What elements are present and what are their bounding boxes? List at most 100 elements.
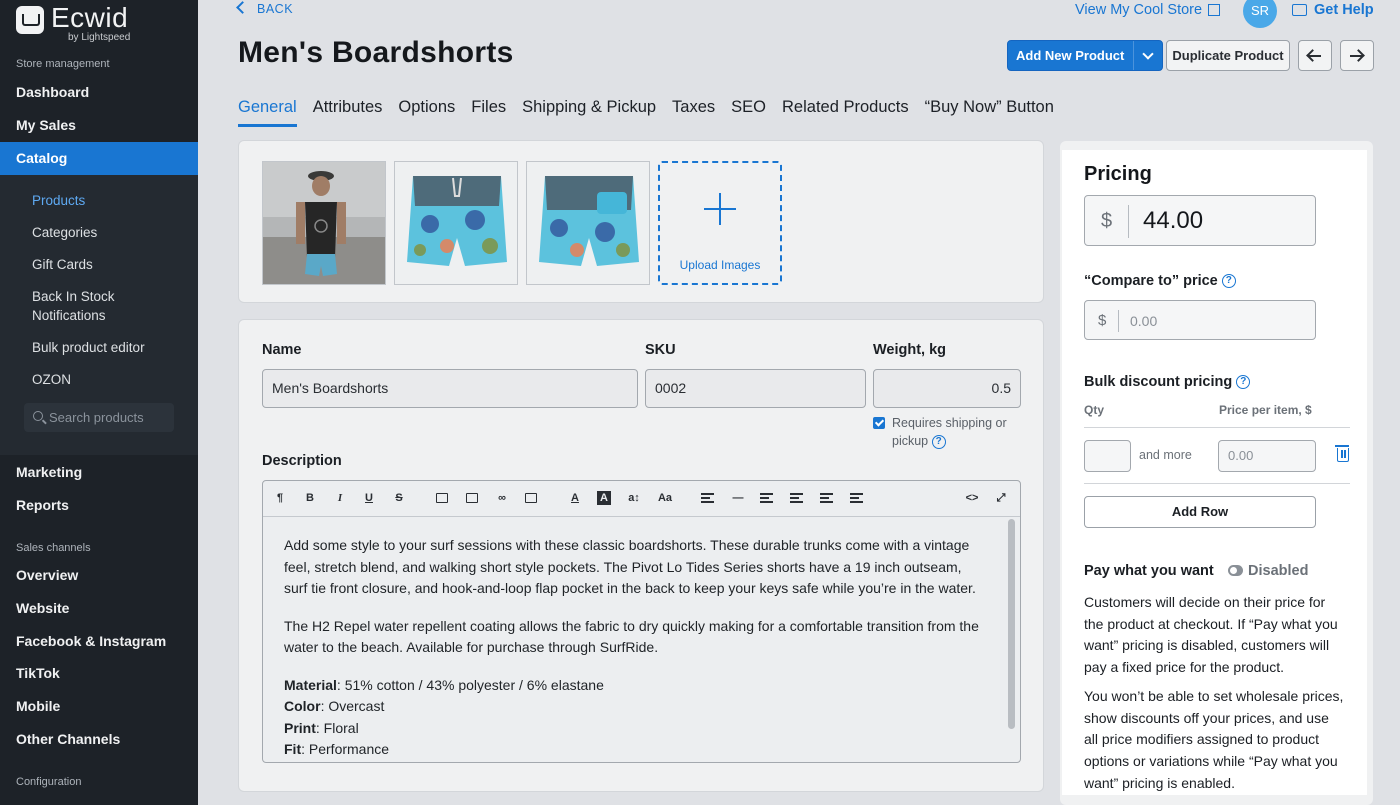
description-editor[interactable]: ¶ B I U S ∞ A A a↕ Aa — <> ⤢ Add some st…: [262, 480, 1021, 763]
sidebar-subitem-gift-cards[interactable]: Gift Cards: [32, 255, 93, 274]
pwyw-description-2: You won’t be able to set wholesale price…: [1084, 688, 1344, 791]
add-row-button[interactable]: Add Row: [1084, 496, 1316, 528]
back-link[interactable]: BACK: [236, 1, 294, 16]
fullscreen-icon[interactable]: ⤢: [994, 491, 1008, 505]
requires-shipping-checkbox[interactable]: [873, 417, 885, 429]
image-icon[interactable]: [436, 493, 448, 503]
tab-buy-now-button[interactable]: “Buy Now” Button: [925, 98, 1054, 127]
view-store-link[interactable]: View My Cool Store: [1075, 2, 1221, 18]
pay-what-you-want-toggle[interactable]: [1228, 565, 1243, 576]
compare-price-input[interactable]: $ 0.00: [1084, 300, 1316, 340]
arrow-left-icon: [1308, 55, 1321, 57]
font-size-icon[interactable]: a↕: [625, 491, 643, 505]
chevron-down-icon[interactable]: [1133, 41, 1162, 70]
tab-shipping-pickup[interactable]: Shipping & Pickup: [522, 98, 656, 127]
bold-icon[interactable]: B: [303, 491, 317, 505]
help-icon[interactable]: ?: [1236, 375, 1251, 390]
strikethrough-icon[interactable]: S: [392, 491, 406, 505]
background-color-icon[interactable]: A: [597, 491, 611, 505]
section-configuration: Configuration: [16, 776, 82, 788]
editor-scrollbar[interactable]: [1008, 519, 1015, 729]
bulk-price-input[interactable]: 0.00: [1218, 440, 1316, 472]
ecwid-logo[interactable]: Ecwid by Lightspeed: [16, 4, 130, 43]
sidebar-item-overview[interactable]: Overview: [0, 559, 198, 592]
sidebar-subitem-products[interactable]: Products: [32, 191, 85, 210]
price-input[interactable]: $ 44.00: [1084, 195, 1316, 246]
requires-shipping-label: Requires shipping or pickup ?: [892, 416, 1007, 449]
sku-label: SKU: [645, 342, 676, 358]
avatar[interactable]: SR: [1243, 0, 1277, 28]
back-label: BACK: [257, 2, 294, 16]
text-color-icon[interactable]: A: [568, 491, 582, 505]
weight-input[interactable]: 0.5: [873, 369, 1021, 408]
get-help-link[interactable]: Get Help: [1292, 2, 1374, 18]
pricing-title: Pricing: [1084, 163, 1152, 185]
sidebar-item-other-channels[interactable]: Other Channels: [0, 723, 198, 756]
sidebar-item-website[interactable]: Website: [0, 592, 198, 625]
boardshorts-back-photo: [527, 162, 649, 284]
underline-icon[interactable]: U: [362, 491, 376, 505]
help-icon[interactable]: ?: [1221, 274, 1236, 289]
horizontal-rule-icon[interactable]: —: [730, 491, 746, 505]
product-image-3[interactable]: [526, 161, 650, 285]
indent-icon[interactable]: [850, 493, 863, 503]
sku-input[interactable]: 0002: [645, 369, 866, 408]
table-icon[interactable]: [525, 493, 537, 503]
next-product-button[interactable]: [1340, 40, 1374, 71]
currency-symbol: $: [1101, 210, 1113, 232]
section-sales-channels: Sales channels: [16, 542, 91, 554]
tab-attributes[interactable]: Attributes: [313, 98, 383, 127]
sidebar: Ecwid by Lightspeed Store management Das…: [0, 0, 198, 805]
section-store-management: Store management: [16, 58, 110, 70]
search-products-input[interactable]: Search products: [24, 403, 174, 432]
font-family-icon[interactable]: Aa: [657, 491, 673, 505]
tab-seo[interactable]: SEO: [731, 98, 766, 127]
spec-material: Material: 51% cotton / 43% polyester / 6…: [284, 676, 604, 693]
currency-symbol: $: [1098, 312, 1107, 329]
add-new-product-label: Add New Product: [1016, 48, 1125, 63]
sidebar-item-catalog[interactable]: Catalog: [0, 142, 198, 175]
bulleted-list-icon[interactable]: [760, 493, 773, 503]
upload-images-button[interactable]: Upload Images: [658, 161, 782, 285]
sidebar-item-reports[interactable]: Reports: [0, 489, 198, 522]
sidebar-subitem-ozon[interactable]: OZON: [32, 370, 71, 389]
sidebar-subitem-bulk-editor[interactable]: Bulk product editor: [32, 338, 145, 357]
name-input[interactable]: Men's Boardshorts: [262, 369, 638, 408]
previous-product-button[interactable]: [1298, 40, 1332, 71]
sidebar-item-marketing[interactable]: Marketing: [0, 456, 198, 489]
description-label: Description: [262, 453, 342, 469]
video-icon[interactable]: [466, 493, 478, 503]
code-view-icon[interactable]: <>: [964, 491, 980, 505]
tab-taxes[interactable]: Taxes: [672, 98, 715, 127]
description-text[interactable]: Add some style to your surf sessions wit…: [284, 535, 984, 761]
sidebar-item-tiktok[interactable]: TikTok: [0, 657, 198, 690]
add-new-product-button[interactable]: Add New Product: [1007, 40, 1164, 71]
name-label: Name: [262, 342, 302, 358]
spec-fit: Fit: Performance: [284, 741, 390, 757]
sidebar-subitem-categories[interactable]: Categories: [32, 223, 97, 242]
tab-general[interactable]: General: [238, 98, 297, 127]
link-icon[interactable]: ∞: [495, 491, 509, 505]
tab-files[interactable]: Files: [471, 98, 506, 127]
sidebar-item-my-sales[interactable]: My Sales: [0, 109, 198, 142]
weight-label: Weight, kg: [873, 342, 947, 358]
bulk-qty-input[interactable]: [1084, 440, 1131, 472]
numbered-list-icon[interactable]: [790, 493, 803, 503]
product-image-2[interactable]: [394, 161, 518, 285]
trash-icon[interactable]: [1335, 445, 1349, 462]
align-icon[interactable]: [701, 493, 714, 503]
tab-related-products[interactable]: Related Products: [782, 98, 909, 127]
sidebar-item-mobile[interactable]: Mobile: [0, 690, 198, 723]
italic-icon[interactable]: I: [333, 491, 347, 505]
sidebar-subitem-back-in-stock[interactable]: Back In Stock Notifications: [32, 287, 142, 325]
sidebar-item-dashboard[interactable]: Dashboard: [0, 76, 198, 109]
tab-options[interactable]: Options: [398, 98, 455, 127]
outdent-icon[interactable]: [820, 493, 833, 503]
duplicate-product-button[interactable]: Duplicate Product: [1166, 40, 1290, 71]
help-icon[interactable]: ?: [931, 434, 946, 449]
sidebar-item-facebook-instagram[interactable]: Facebook & Instagram: [0, 625, 198, 658]
product-tabs: General Attributes Options Files Shippin…: [238, 98, 1070, 127]
divider: [1084, 427, 1350, 428]
paragraph-icon[interactable]: ¶: [273, 491, 287, 505]
product-image-1[interactable]: [262, 161, 386, 285]
